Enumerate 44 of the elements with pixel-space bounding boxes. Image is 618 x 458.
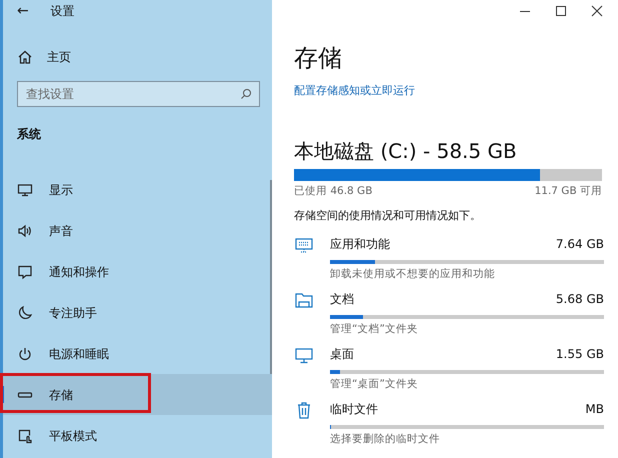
window-title: 设置 [50,3,75,20]
close-button[interactable] [590,4,604,18]
category-name[interactable]: 桌面 [330,344,354,363]
minimize-icon [520,10,530,12]
moon-icon [17,304,33,320]
category-name[interactable]: 临时文件 [330,400,378,418]
sidebar-item[interactable]: 显示 [3,169,272,210]
category-hint: 管理“桌面”文件夹 [330,376,419,392]
section-heading: 系统 [17,126,42,143]
power-icon [17,346,33,362]
category-hint: 管理“文档”文件夹 [330,322,419,337]
page-title: 存储 [294,44,343,73]
search-icon [240,88,252,100]
close-icon [590,4,604,18]
used-space: 已使用 46.8 GB [294,184,372,200]
search-field[interactable]: 查找设置 [17,81,260,107]
free-space: 11.7 GB 可用 [534,184,602,200]
sidebar-item[interactable]: 存储 [3,374,272,415]
sidebar-item[interactable]: 平板模式 [3,415,272,456]
display-icon [17,182,33,198]
category-size: 5.68 GB [556,290,604,308]
category-size: 7.64 GB [556,236,604,253]
category-hint: 选择要删除的临时文件 [330,432,441,447]
home-link[interactable]: 主页 [3,46,272,68]
sidebar-item[interactable]: 电源和睡眠 [3,333,272,374]
category-size: 1.55 GB [556,346,604,363]
speaker-icon [17,222,33,238]
scrollbar[interactable] [270,180,272,375]
drive-title: 本地磁盘 (C:) - 58.5 GB [294,139,518,164]
sidebar-item[interactable]: 专注助手 [3,292,272,333]
usage-description: 存储空间的使用情况和可用情况如下。 [294,208,482,224]
message-icon [17,264,33,280]
storage-sense-link[interactable]: 配置存储感知或立即运行 [294,82,415,100]
category-name[interactable]: 应用和功能 [330,234,390,253]
maximize-button[interactable] [554,4,568,18]
sidebar-item[interactable]: 声音 [3,210,272,251]
category-size: MB [585,400,604,418]
home-icon [17,49,33,65]
tablet-icon [17,428,33,444]
sidebar-item[interactable]: 通知和操作 [3,251,272,292]
maximize-icon [554,4,568,18]
back-button[interactable]: ← [17,4,29,18]
category-hint: 卸载未使用或不想要的应用和功能 [330,266,496,282]
category-name[interactable]: 文档 [330,290,354,308]
